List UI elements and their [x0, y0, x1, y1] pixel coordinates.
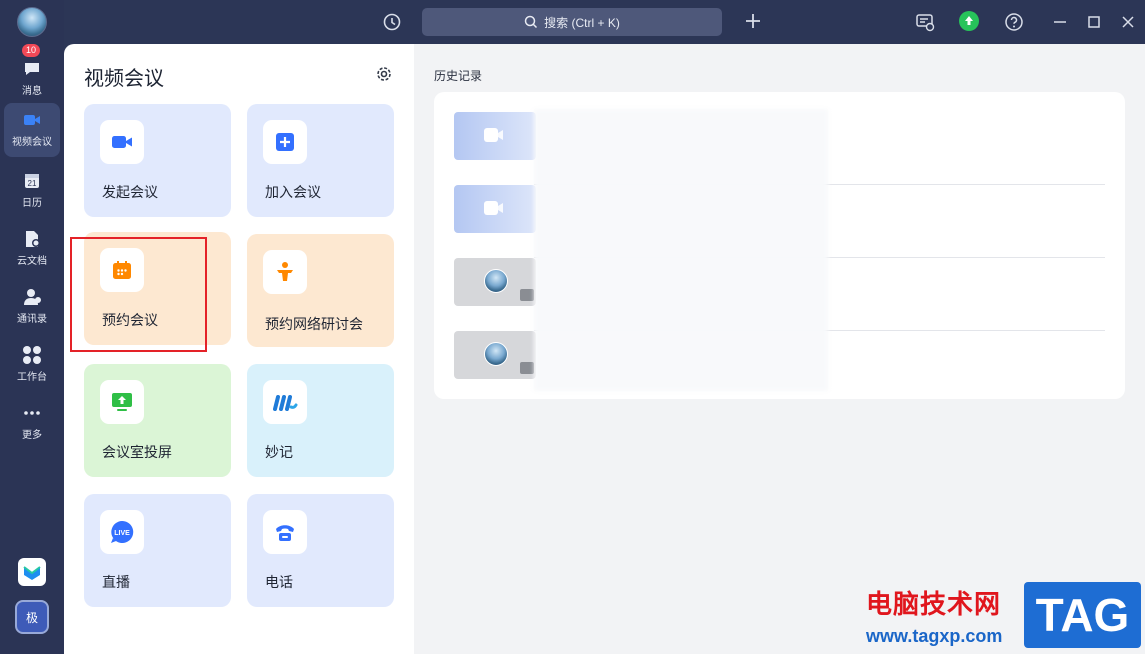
card-label: 预约网络研讨会 [265, 316, 363, 332]
participant-avatar [484, 342, 508, 366]
sidebar-item-label: 通讯录 [17, 314, 47, 325]
sidebar-item-label: 工作台 [17, 372, 47, 383]
add-icon[interactable] [744, 12, 762, 30]
minimize-icon[interactable] [1052, 12, 1068, 32]
phone-card[interactable]: 电话 [247, 494, 394, 607]
left-sidebar: 10 消息 视频会议 21 日历 云文档 通讯录 工作台 更多 极 [0, 0, 64, 654]
sidebar-item-label: 视频会议 [12, 137, 52, 148]
sidebar-item-messages[interactable]: 10 消息 [0, 43, 64, 104]
meeting-thumbnail [454, 258, 536, 306]
document-icon [26, 231, 40, 247]
video-camera-icon [24, 115, 40, 125]
watermark-cn-text: 电脑技术网 [866, 589, 1002, 619]
start-meeting-card[interactable]: 发起会议 [84, 104, 231, 217]
svg-text:21: 21 [28, 179, 37, 188]
schedule-webinar-card[interactable]: 预约网络研讨会 [247, 234, 394, 347]
sidebar-item-workspace[interactable]: 工作台 [0, 338, 64, 390]
sidebar-item-docs[interactable]: 云文档 [0, 222, 64, 274]
video-camera-icon [484, 201, 503, 215]
upgrade-icon[interactable] [959, 11, 979, 31]
history-clock-icon[interactable] [382, 12, 402, 32]
watermark: 电脑技术网 www.tagxp.com TAG [858, 580, 1145, 654]
card-label: 会议室投屏 [102, 444, 172, 460]
card-label: 发起会议 [102, 184, 158, 200]
live-icon: LIVE [100, 510, 144, 554]
card-label: 加入会议 [265, 184, 321, 200]
webinar-podium-icon [263, 250, 307, 294]
video-camera-icon [100, 120, 144, 164]
plus-square-icon [263, 120, 307, 164]
unread-badge: 10 [21, 43, 42, 58]
join-meeting-card[interactable]: 加入会议 [247, 104, 394, 217]
account-switch-button[interactable]: 极 [15, 600, 49, 634]
meeting-thumbnail [454, 331, 536, 379]
sidebar-item-label: 云文档 [17, 256, 47, 267]
blurred-redaction [534, 109, 828, 391]
meeting-notification-icon[interactable] [915, 12, 935, 32]
search-placeholder: 搜索 (Ctrl + K) [544, 15, 620, 30]
top-bar: 搜索 (Ctrl + K) [64, 0, 1145, 44]
calendar-icon: 21 [25, 174, 39, 188]
watermark-url: www.tagxp.com [866, 626, 1003, 646]
app-shortcut-icon[interactable] [18, 558, 46, 586]
svg-text:LIVE: LIVE [114, 530, 130, 537]
video-meeting-panel: 视频会议 发起会议 加入会议 预约会议 预约网络研讨会 会议室投屏 妙记 LIV… [64, 44, 414, 654]
card-label: 电话 [265, 574, 293, 590]
chat-bubble-icon [25, 63, 39, 75]
search-icon [524, 15, 538, 29]
contacts-icon [24, 289, 41, 305]
minutes-logo-icon [263, 380, 307, 424]
meeting-thumbnail [454, 185, 536, 233]
watermark-tag-logo: TAG [1024, 582, 1141, 648]
video-camera-icon [484, 128, 503, 142]
help-icon[interactable] [1004, 12, 1024, 32]
maximize-icon[interactable] [1086, 12, 1102, 32]
meeting-thumbnail [454, 112, 536, 160]
user-avatar[interactable] [17, 7, 47, 37]
page-title: 视频会议 [84, 68, 164, 90]
sidebar-item-label: 消息 [22, 86, 42, 97]
more-dots-icon [24, 411, 40, 415]
minutes-tag-icon [520, 289, 534, 301]
close-icon[interactable] [1120, 12, 1136, 32]
minutes-card[interactable]: 妙记 [247, 364, 394, 477]
sidebar-item-video-meeting[interactable]: 视频会议 [0, 103, 64, 157]
sidebar-item-calendar[interactable]: 21 日历 [0, 164, 64, 216]
card-label: 妙记 [265, 444, 293, 460]
minutes-tag-icon [520, 362, 534, 374]
sidebar-item-label: 更多 [22, 430, 42, 441]
participant-avatar [484, 269, 508, 293]
highlight-annotation-box [70, 237, 207, 352]
card-label: 直播 [102, 574, 130, 590]
telephone-icon [263, 510, 307, 554]
history-area: 历史记录 [414, 44, 1145, 654]
gear-icon[interactable] [375, 65, 393, 83]
live-stream-card[interactable]: LIVE 直播 [84, 494, 231, 607]
sidebar-item-label: 日历 [22, 198, 42, 209]
sidebar-item-more[interactable]: 更多 [0, 396, 64, 448]
workspace-grid-icon [23, 346, 41, 364]
search-input[interactable]: 搜索 (Ctrl + K) [422, 8, 722, 36]
sidebar-item-contacts[interactable]: 通讯录 [0, 280, 64, 332]
screen-cast-icon [100, 380, 144, 424]
history-title: 历史记录 [434, 69, 483, 83]
room-screencast-card[interactable]: 会议室投屏 [84, 364, 231, 477]
